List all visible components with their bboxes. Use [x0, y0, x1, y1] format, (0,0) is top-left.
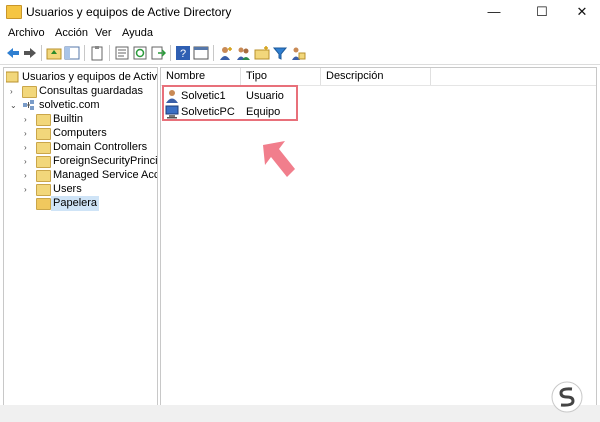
toolbar-separator — [170, 45, 171, 61]
app-window: Usuarios y equipos de Active Directory —… — [0, 0, 600, 422]
expand-icon[interactable]: › — [24, 140, 33, 155]
expand-icon[interactable]: › — [24, 112, 33, 127]
expand-icon[interactable]: › — [10, 84, 19, 99]
toolbar-separator — [213, 45, 214, 61]
tree-label: Managed Service Accour — [53, 169, 158, 181]
folder-icon — [22, 86, 37, 98]
menu-bar: Archivo Acción Ver Ayuda — [0, 24, 600, 42]
annotation-arrow-icon — [263, 141, 295, 177]
folder-icon — [36, 128, 51, 140]
tree-label: Consultas guardadas — [39, 85, 143, 97]
toolbar-separator — [84, 45, 85, 61]
tree-label: Domain Controllers — [53, 141, 148, 153]
export-list-icon[interactable] — [150, 45, 166, 61]
folder-icon — [36, 170, 51, 182]
tree-label: solvetic.com — [39, 99, 100, 111]
menu-accion[interactable]: Acción — [55, 27, 88, 39]
title-bar: Usuarios y equipos de Active Directory —… — [0, 0, 600, 25]
help-icon[interactable]: ? — [175, 45, 191, 61]
up-folder-icon[interactable] — [46, 45, 62, 61]
new-user-icon[interactable] — [218, 45, 234, 61]
add-to-group-icon[interactable] — [290, 45, 306, 61]
toolbar-separator — [109, 45, 110, 61]
refresh-icon[interactable] — [132, 45, 148, 61]
show-tree-icon[interactable] — [64, 45, 80, 61]
maximize-button[interactable]: ☐ — [522, 0, 562, 24]
collapse-icon[interactable]: ⌄ — [10, 98, 19, 113]
properties-icon[interactable] — [114, 45, 130, 61]
tree-pane: Usuarios y equipos de Active Dir › Consu… — [3, 67, 158, 406]
expand-icon[interactable]: › — [24, 154, 33, 169]
highlight-box — [162, 85, 298, 121]
window-title: Usuarios y equipos de Active Directory — [26, 5, 232, 19]
forward-arrow-icon[interactable] — [22, 45, 38, 61]
tree-label: ForeignSecurityPrincipals — [53, 155, 158, 167]
folder-icon — [36, 114, 51, 126]
close-button[interactable]: ✕ — [562, 0, 600, 24]
new-ou-icon[interactable] — [254, 45, 270, 61]
app-folder-icon — [6, 5, 22, 19]
toolbar: ? — [0, 42, 600, 65]
toolbar-separator — [41, 45, 42, 61]
column-header-descripcion[interactable]: Descripción — [321, 68, 431, 85]
new-group-icon[interactable] — [236, 45, 252, 61]
watermark-logo — [551, 381, 583, 413]
menu-archivo[interactable]: Archivo — [8, 27, 45, 39]
clipboard-icon[interactable] — [89, 45, 105, 61]
tree-label: Users — [53, 183, 82, 195]
folder-open-icon — [36, 198, 51, 210]
expand-icon[interactable]: › — [24, 126, 33, 141]
column-header-row: Nombre Tipo Descripción — [161, 68, 596, 86]
tree-label: Usuarios y equipos de Active Dir — [22, 71, 158, 83]
folder-icon — [36, 184, 51, 196]
tree-label: Computers — [53, 127, 107, 139]
tree-label: Papelera — [51, 196, 100, 211]
status-bar — [0, 405, 600, 422]
folder-icon — [36, 156, 51, 168]
expand-icon[interactable]: › — [24, 168, 33, 183]
column-header-nombre[interactable]: Nombre — [161, 68, 241, 85]
back-arrow-icon[interactable] — [5, 45, 21, 61]
menu-ayuda[interactable]: Ayuda — [122, 27, 153, 39]
folder-icon — [36, 142, 51, 154]
column-header-tipo[interactable]: Tipo — [241, 68, 321, 85]
domain-icon — [23, 100, 34, 110]
svg-text:?: ? — [180, 48, 186, 60]
menu-ver[interactable]: Ver — [95, 27, 112, 39]
filter-icon[interactable] — [272, 45, 288, 61]
minimize-button[interactable]: — — [474, 0, 514, 24]
expand-icon[interactable]: › — [24, 182, 33, 197]
tree-label: Builtin — [53, 113, 83, 125]
view-icon[interactable] — [193, 45, 209, 61]
console-root-icon — [6, 71, 19, 83]
